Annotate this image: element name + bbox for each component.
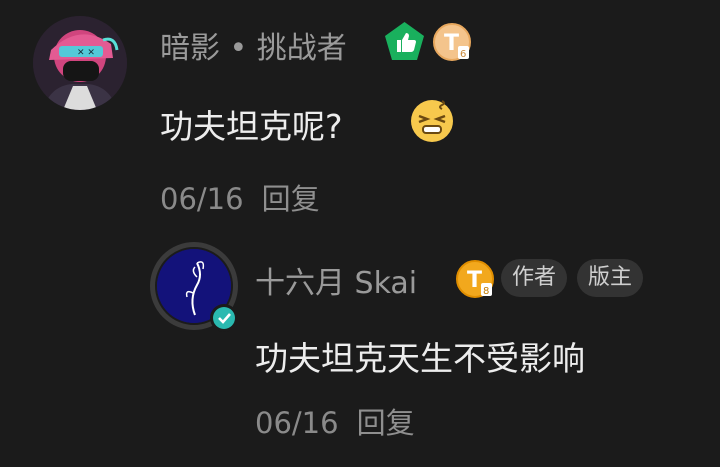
squinting-face-emoji	[409, 97, 455, 143]
thumbs-up-pentagon-icon	[383, 20, 426, 63]
commenter-avatar[interactable]: ✕ ✕	[33, 16, 127, 110]
author-title-badge-icon: T 8	[455, 259, 495, 299]
moderator-tag: 版主	[577, 259, 644, 297]
comment-meta: 06/16 回复	[160, 176, 320, 218]
reply-reply-button[interactable]: 回复	[357, 406, 415, 440]
reply-date: 06/16	[255, 406, 339, 440]
verified-check-icon	[210, 304, 238, 332]
comment-thread: ✕ ✕ 暗影 • 挑战者 T 6 功夫坦克呢? 06/16 回复 十六月 Ska…	[0, 0, 720, 467]
comment-text: 功夫坦克呢?	[160, 107, 343, 146]
commenter-username[interactable]: 暗影 • 挑战者	[160, 23, 347, 67]
svg-text:T: T	[444, 31, 459, 56]
reply-button[interactable]: 回复	[262, 182, 320, 216]
author-username[interactable]: 十六月 Skai	[255, 258, 417, 302]
svg-text:8: 8	[483, 286, 489, 297]
svg-text:✕ ✕: ✕ ✕	[77, 48, 95, 58]
author-tag: 作者	[501, 259, 568, 297]
reply-text: 功夫坦克天生不受影响	[255, 339, 585, 378]
svg-text:6: 6	[460, 49, 466, 60]
comment-date: 06/16	[160, 182, 244, 216]
author-avatar[interactable]	[150, 242, 238, 332]
title-badge-icon: T 6	[432, 22, 472, 62]
reply-meta: 06/16 回复	[255, 400, 415, 442]
svg-text:T: T	[467, 268, 482, 293]
